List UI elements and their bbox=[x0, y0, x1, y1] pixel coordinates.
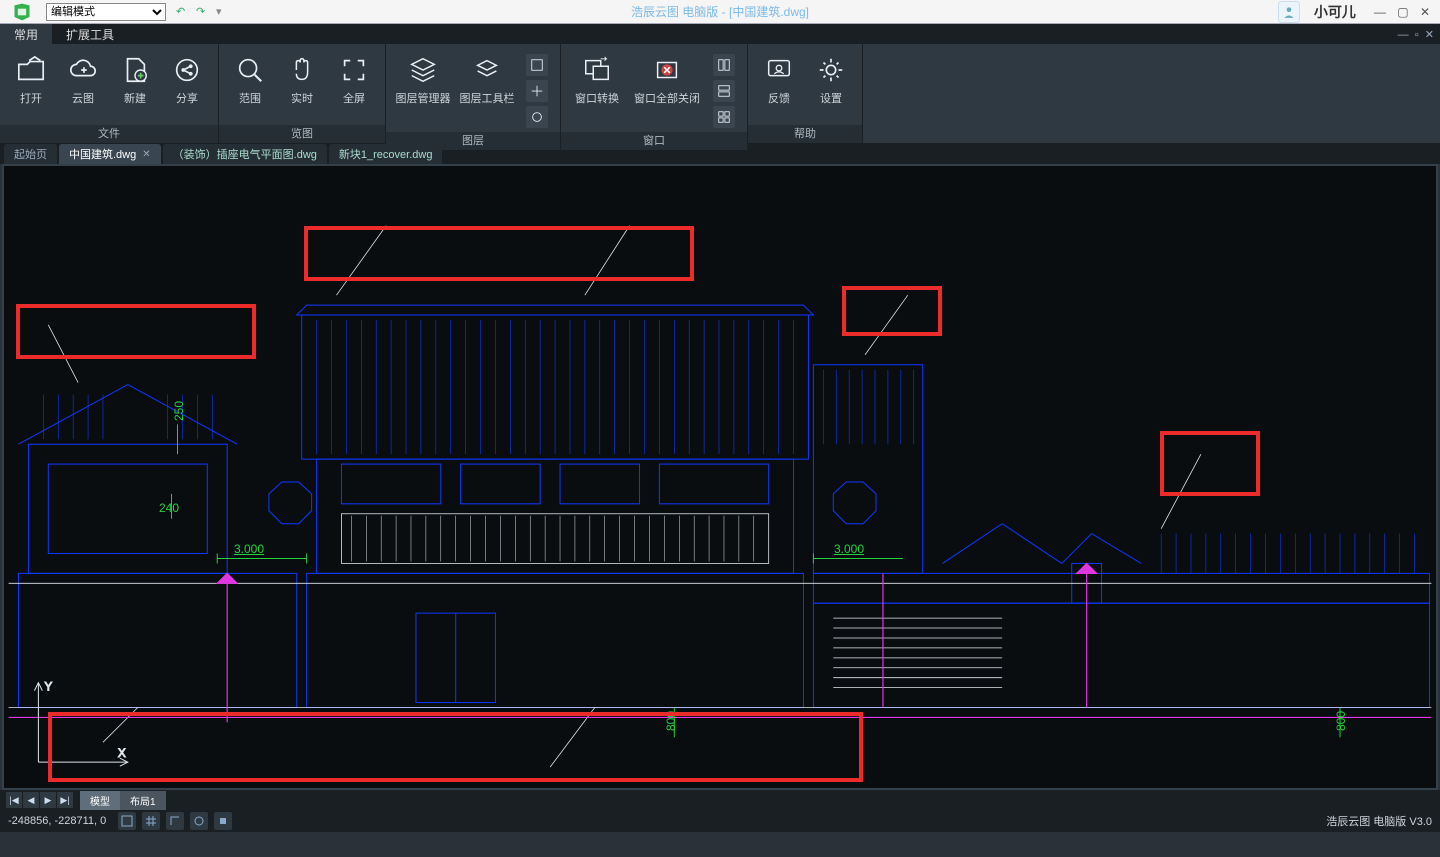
window-tool-3-icon[interactable] bbox=[713, 106, 735, 128]
dim-240: 240 bbox=[159, 501, 179, 515]
window-mini-tools bbox=[707, 50, 741, 132]
dim-250: 250 bbox=[172, 401, 186, 421]
status-toggles bbox=[118, 812, 232, 830]
layer-manager-button[interactable]: 图层管理器 bbox=[392, 50, 454, 110]
window-tool-1-icon[interactable] bbox=[713, 54, 735, 76]
brand-version: 浩辰云图 电脑版 V3.0 bbox=[1326, 813, 1432, 829]
grid-toggle-icon[interactable] bbox=[142, 812, 160, 830]
user-name[interactable]: 小可儿 bbox=[1314, 2, 1356, 22]
dim-3000-a: 3.000 bbox=[234, 542, 264, 556]
share-button[interactable]: 分享 bbox=[162, 50, 212, 110]
group-title-file: 文件 bbox=[0, 125, 218, 143]
ribbon-group-window: 窗口转换 窗口全部关闭 窗口 bbox=[561, 44, 748, 143]
tab-layout-1[interactable]: 布局1 bbox=[120, 791, 166, 810]
ribbon-group-file: 打开 云图 新建 分享 文件 bbox=[0, 44, 219, 143]
hand-icon bbox=[286, 54, 318, 86]
group-title-view: 览图 bbox=[219, 125, 385, 143]
first-tab-icon[interactable]: |◀ bbox=[6, 792, 22, 808]
ribbon-group-view: 范围 实时 全屏 览图 bbox=[219, 44, 386, 143]
next-tab-icon[interactable]: ▶ bbox=[40, 792, 56, 808]
marker-3 bbox=[842, 286, 942, 336]
ortho-toggle-icon[interactable] bbox=[166, 812, 184, 830]
new-button[interactable]: 新建 bbox=[110, 50, 160, 110]
window-close-icon bbox=[651, 54, 683, 86]
doc-close-icon[interactable]: ✕ bbox=[1425, 29, 1434, 41]
osnap-toggle-icon[interactable] bbox=[214, 812, 232, 830]
redo-icon[interactable]: ↷ bbox=[196, 5, 210, 19]
svg-text:Y: Y bbox=[44, 680, 52, 694]
maximize-icon[interactable]: ▢ bbox=[1397, 5, 1408, 19]
tab-doc-2[interactable]: （装饰）插座电气平面图.dwg bbox=[163, 144, 327, 164]
doc-restore-icon[interactable]: ▫ bbox=[1415, 29, 1419, 41]
drawing-canvas[interactable]: Y X 250 240 3.000 3.000 800 800 bbox=[2, 164, 1438, 790]
feedback-icon bbox=[763, 54, 795, 86]
open-folder-icon bbox=[15, 54, 47, 86]
doc-min-icon[interactable]: — bbox=[1398, 29, 1409, 41]
layer-tool-3-icon[interactable] bbox=[526, 106, 548, 128]
tab-extended-tools[interactable]: 扩展工具 bbox=[52, 24, 128, 45]
prev-tab-icon[interactable]: ◀ bbox=[23, 792, 39, 808]
tab-model[interactable]: 模型 bbox=[80, 791, 120, 810]
layer-toolbar-icon bbox=[471, 54, 503, 86]
qat-drop-icon[interactable]: ▾ bbox=[216, 5, 230, 19]
undo-icon[interactable]: ↶ bbox=[176, 5, 190, 19]
fullscreen-button[interactable]: 全屏 bbox=[329, 50, 379, 110]
ribbon: 打开 云图 新建 分享 文件 范围 实时 bbox=[0, 44, 1440, 144]
last-tab-icon[interactable]: ▶| bbox=[57, 792, 73, 808]
coordinates-readout: -248856, -228711, 0 bbox=[8, 815, 106, 827]
window-switch-icon bbox=[581, 54, 613, 86]
window-title: 浩辰云图 电脑版 - [中国建筑.dwg] bbox=[631, 3, 809, 20]
window-switch-button[interactable]: 窗口转换 bbox=[567, 50, 627, 110]
realtime-pan-button[interactable]: 实时 bbox=[277, 50, 327, 110]
window-tool-2-icon[interactable] bbox=[713, 80, 735, 102]
marker-5 bbox=[48, 712, 863, 782]
fullscreen-icon bbox=[338, 54, 370, 86]
ribbon-group-help: 反馈 设置 帮助 bbox=[748, 44, 863, 143]
open-button[interactable]: 打开 bbox=[6, 50, 56, 110]
ribbon-group-layer: 图层管理器 图层工具栏 图层 bbox=[386, 44, 561, 143]
tab-doc-3[interactable]: 新块1_recover.dwg bbox=[329, 144, 443, 164]
feedback-button[interactable]: 反馈 bbox=[754, 50, 804, 110]
tab-start-page[interactable]: 起始页 bbox=[4, 144, 57, 164]
layer-mini-tools bbox=[520, 50, 554, 132]
doc-window-controls: — ▫ ✕ bbox=[1398, 28, 1434, 41]
cloud-button[interactable]: 云图 bbox=[58, 50, 108, 110]
window-controls: — ▢ ✕ bbox=[1370, 5, 1434, 19]
avatar-icon[interactable] bbox=[1278, 1, 1300, 23]
window-closeall-button[interactable]: 窗口全部关闭 bbox=[629, 50, 705, 110]
layer-tool-1-icon[interactable] bbox=[526, 54, 548, 76]
zoom-extent-button[interactable]: 范围 bbox=[225, 50, 275, 110]
tab-close-icon[interactable]: ✕ bbox=[142, 149, 150, 160]
share-icon bbox=[171, 54, 203, 86]
gear-icon bbox=[815, 54, 847, 86]
cloud-icon bbox=[67, 54, 99, 86]
new-file-icon bbox=[119, 54, 151, 86]
app-logo bbox=[0, 0, 44, 24]
quick-access-toolbar: ↶ ↷ ▾ bbox=[176, 5, 230, 19]
snap-toggle-icon[interactable] bbox=[118, 812, 136, 830]
minimize-icon[interactable]: — bbox=[1374, 5, 1386, 19]
dim-3000-b: 3.000 bbox=[834, 542, 864, 556]
polar-toggle-icon[interactable] bbox=[190, 812, 208, 830]
group-title-help: 帮助 bbox=[748, 125, 862, 143]
layout-tabs: |◀ ◀ ▶ ▶| 模型 布局1 bbox=[0, 790, 1440, 810]
zoom-extent-icon bbox=[234, 54, 266, 86]
layer-toolbar-button[interactable]: 图层工具栏 bbox=[456, 50, 518, 110]
status-bar: -248856, -228711, 0 浩辰云图 电脑版 V3.0 bbox=[0, 810, 1440, 832]
marker-4 bbox=[1160, 431, 1260, 496]
group-title-window: 窗口 bbox=[561, 132, 747, 150]
layer-manager-icon bbox=[407, 54, 439, 86]
marker-1 bbox=[304, 226, 694, 281]
menu-bar: 常用 扩展工具 — ▫ ✕ bbox=[0, 24, 1440, 44]
mode-select[interactable]: 编辑模式 bbox=[46, 3, 166, 21]
marker-2 bbox=[16, 304, 256, 359]
tab-common[interactable]: 常用 bbox=[0, 24, 52, 45]
settings-button[interactable]: 设置 bbox=[806, 50, 856, 110]
layer-tool-2-icon[interactable] bbox=[526, 80, 548, 102]
title-bar: 编辑模式 ↶ ↷ ▾ 浩辰云图 电脑版 - [中国建筑.dwg] 小可儿 — ▢… bbox=[0, 0, 1440, 24]
layout-nav: |◀ ◀ ▶ ▶| bbox=[6, 792, 74, 808]
close-icon[interactable]: ✕ bbox=[1420, 5, 1430, 19]
dim-800-b: 800 bbox=[1334, 711, 1348, 731]
tab-active-doc[interactable]: 中国建筑.dwg✕ bbox=[59, 144, 161, 164]
